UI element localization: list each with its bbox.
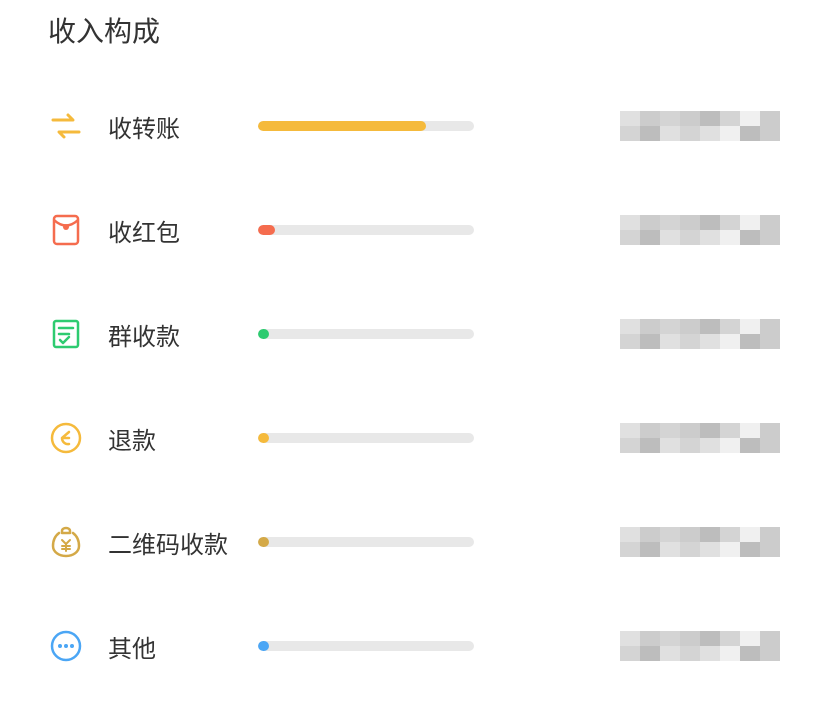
income-list: 收转账 收红包 bbox=[48, 108, 780, 664]
progress-bar bbox=[258, 433, 474, 443]
progress-bar bbox=[258, 329, 474, 339]
item-label: 二维码收款 bbox=[108, 525, 248, 560]
progress-bar bbox=[258, 537, 474, 547]
progress-fill bbox=[258, 121, 426, 131]
progress-fill bbox=[258, 641, 269, 651]
progress-fill bbox=[258, 537, 269, 547]
amount-value bbox=[620, 423, 780, 453]
list-item[interactable]: 二维码收款 bbox=[48, 524, 780, 560]
progress-bar bbox=[258, 225, 474, 235]
amount-value bbox=[620, 631, 780, 661]
progress-fill bbox=[258, 329, 269, 339]
item-label: 群收款 bbox=[108, 317, 248, 352]
list-item[interactable]: 其他 bbox=[48, 628, 780, 664]
amount-value bbox=[620, 215, 780, 245]
refund-icon bbox=[48, 420, 84, 456]
progress-bar bbox=[258, 121, 474, 131]
progress-bar bbox=[258, 641, 474, 651]
amount-value bbox=[620, 319, 780, 349]
item-label: 收转账 bbox=[108, 109, 248, 144]
list-item[interactable]: 收转账 bbox=[48, 108, 780, 144]
progress-fill bbox=[258, 225, 275, 235]
list-item[interactable]: 群收款 bbox=[48, 316, 780, 352]
group-collect-icon bbox=[48, 316, 84, 352]
amount-value bbox=[620, 527, 780, 557]
item-label: 其他 bbox=[108, 629, 248, 664]
item-label: 收红包 bbox=[108, 213, 248, 248]
section-title: 收入构成 bbox=[48, 10, 780, 50]
transfer-icon bbox=[48, 108, 84, 144]
item-label: 退款 bbox=[108, 421, 248, 456]
progress-fill bbox=[258, 433, 269, 443]
more-icon bbox=[48, 628, 84, 664]
list-item[interactable]: 收红包 bbox=[48, 212, 780, 248]
red-envelope-icon bbox=[48, 212, 84, 248]
amount-value bbox=[620, 111, 780, 141]
list-item[interactable]: 退款 bbox=[48, 420, 780, 456]
qr-collect-icon bbox=[48, 524, 84, 560]
